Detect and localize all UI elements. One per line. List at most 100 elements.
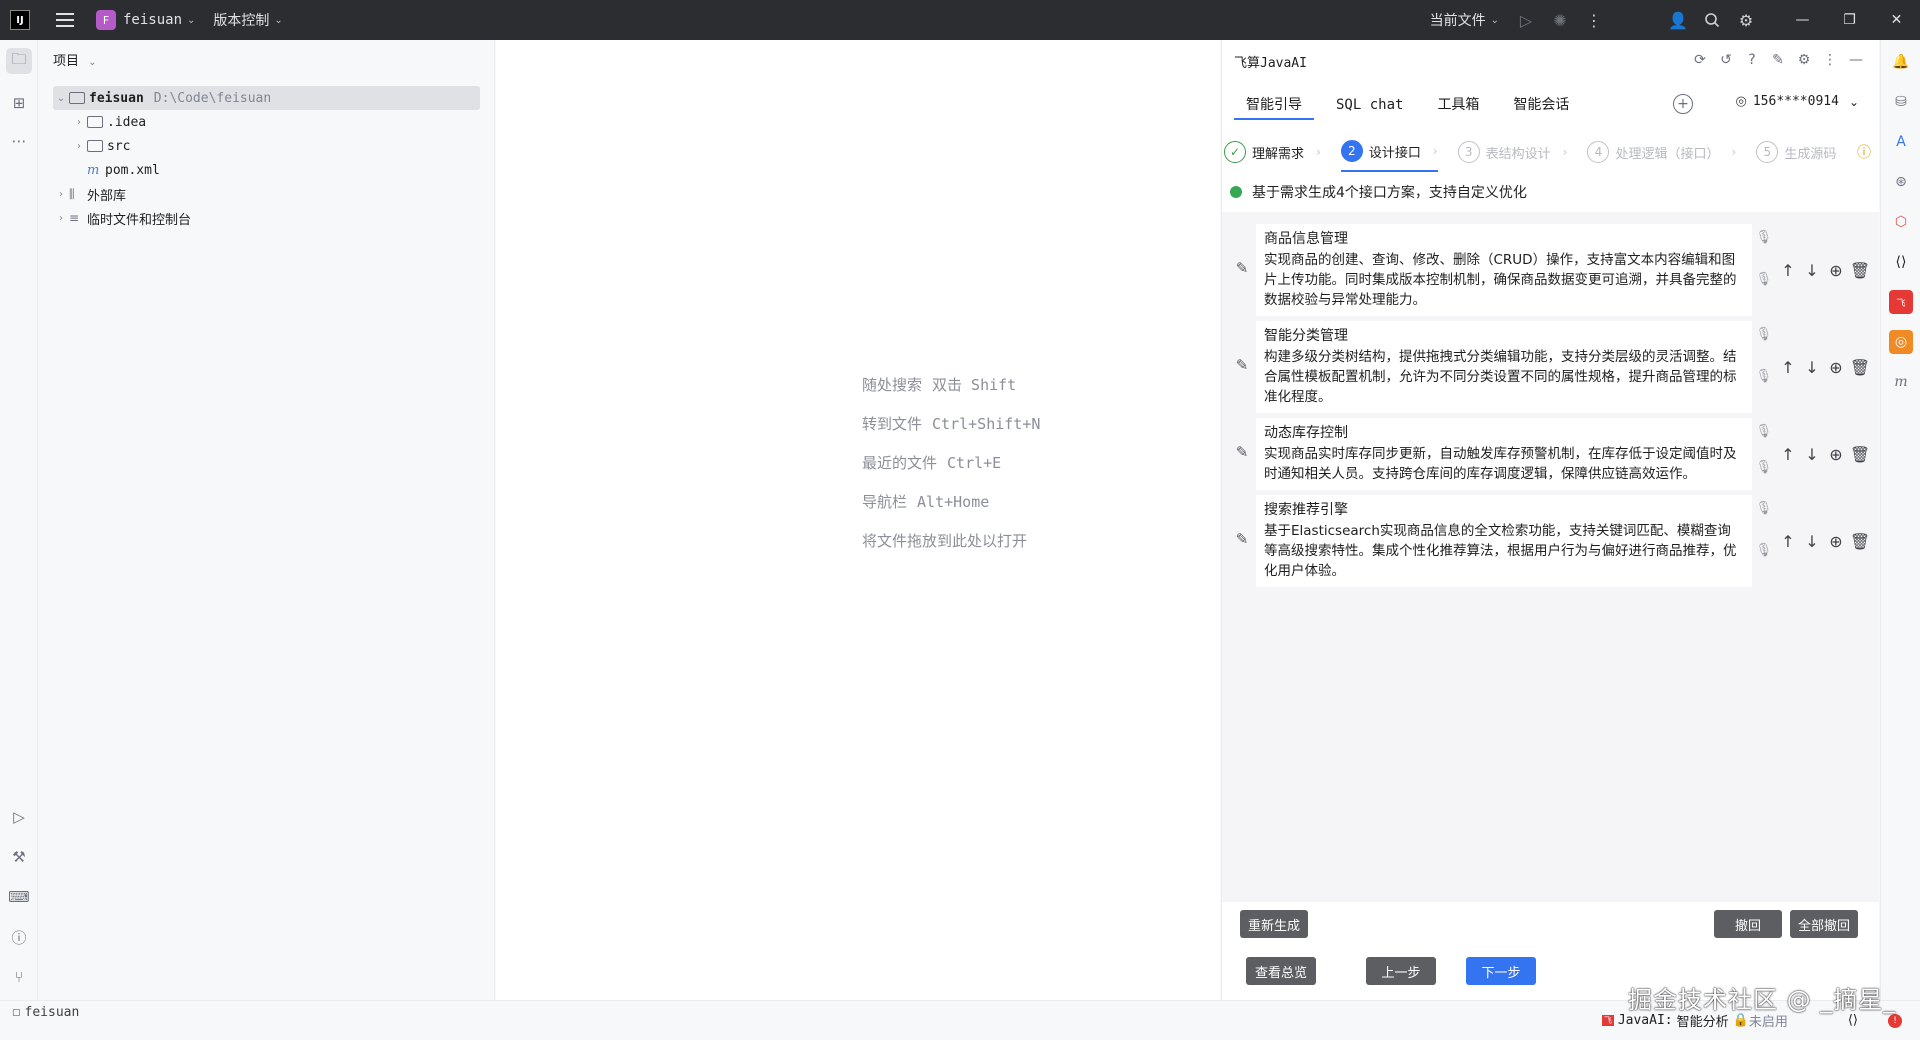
chevron-right-icon[interactable]: › xyxy=(53,213,69,224)
history-icon[interactable]: ↺ xyxy=(1713,48,1739,72)
chevron-down-icon[interactable]: ⌄ xyxy=(53,93,69,104)
git-branch-icon[interactable]: ⑂ xyxy=(6,964,32,990)
editor-area[interactable]: 随处搜索 双击 Shift 转到文件 Ctrl+Shift+N 最近的文件 Ctrl+… xyxy=(496,40,1220,1000)
interface-card[interactable]: 商品信息管理 实现商品的创建、查询、修改、删除（CRUD）操作，支持富文本内容编… xyxy=(1256,224,1772,316)
orange-plugin-icon[interactable]: ◎ xyxy=(1889,330,1913,354)
interface-title[interactable]: 智能分类管理 xyxy=(1264,325,1348,345)
problems-icon[interactable]: ⓘ xyxy=(6,924,32,950)
microphone-icon[interactable]: 🎙 xyxy=(1755,501,1772,516)
warning-icon[interactable]: ⓘ xyxy=(1857,142,1871,162)
tree-item-scratches[interactable]: › ≡ 临时文件和控制台 xyxy=(53,206,480,230)
microphone-icon[interactable]: 🎙 xyxy=(1755,543,1772,558)
database-icon[interactable]: ⛁ xyxy=(1889,90,1913,114)
chevron-right-icon[interactable]: › xyxy=(71,141,87,152)
delete-icon[interactable]: 🗑 xyxy=(1848,355,1872,379)
user-account-menu[interactable]: ◎ 156****0914 ⌄ xyxy=(1736,94,1860,109)
notifications-bell-icon[interactable]: 🔔 xyxy=(1889,50,1913,74)
debug-icon[interactable]: ✺ xyxy=(1543,0,1577,40)
minimize-button[interactable]: — xyxy=(1779,0,1826,40)
interface-card[interactable]: 搜索推荐引擎 基于Elasticsearch实现商品信息的全文检索功能，支持关键… xyxy=(1256,495,1772,587)
status-project[interactable]: ▢ feisuan xyxy=(12,1005,79,1020)
main-menu-icon[interactable] xyxy=(56,13,74,27)
microphone-icon[interactable]: 🎙 xyxy=(1755,424,1772,439)
tree-item-idea[interactable]: › .idea xyxy=(71,110,480,134)
move-down-icon[interactable]: ↓ xyxy=(1800,529,1824,553)
run-icon[interactable]: ▷ xyxy=(1509,0,1543,40)
delete-icon[interactable]: 🗑 xyxy=(1848,529,1872,553)
delete-icon[interactable]: 🗑 xyxy=(1848,442,1872,466)
interface-title[interactable]: 搜索推荐引擎 xyxy=(1264,499,1348,519)
help-icon[interactable]: ? xyxy=(1739,48,1765,72)
services-icon[interactable]: ▷ xyxy=(6,804,32,830)
settings-gear-icon[interactable]: ⚙ xyxy=(1791,48,1817,72)
delete-icon[interactable]: 🗑 xyxy=(1848,258,1872,282)
previous-step-button[interactable]: 上一步 xyxy=(1366,957,1436,985)
interface-card[interactable]: 动态库存控制 实现商品实时库存同步更新，自动触发库存预警机制，在库存低于设定阈值… xyxy=(1256,418,1772,490)
next-step-button[interactable]: 下一步 xyxy=(1466,957,1536,985)
close-button[interactable]: ✕ xyxy=(1873,0,1920,40)
project-folder-icon[interactable]: 🗀 xyxy=(6,48,32,74)
settings-gear-icon[interactable]: ⚙ xyxy=(1729,0,1763,40)
overview-button[interactable]: 查看总览 xyxy=(1246,957,1316,985)
refresh-icon[interactable]: ⟳ xyxy=(1687,48,1713,72)
project-switcher[interactable]: feisuan ⌄ xyxy=(123,0,195,40)
step-understand-requirements[interactable]: ✓ 理解需求 › xyxy=(1224,132,1321,172)
interface-description[interactable]: 构建多级分类树结构，提供拖拽式分类编辑功能，支持分类层级的灵活调整。结合属性模板… xyxy=(1264,347,1744,407)
tab-sql-chat[interactable]: SQL chat xyxy=(1324,90,1415,120)
plugin-cube-icon[interactable]: ⬡ xyxy=(1889,210,1913,234)
move-up-icon[interactable]: ↑ xyxy=(1776,529,1800,553)
move-down-icon[interactable]: ↓ xyxy=(1800,442,1824,466)
tree-item-external-libs[interactable]: › ⫼ 外部库 xyxy=(53,182,480,206)
add-item-icon[interactable]: ⊕ xyxy=(1824,258,1848,282)
microphone-icon[interactable]: 🎙 xyxy=(1755,272,1772,287)
code-tags-icon[interactable]: ⟨⟩ xyxy=(1848,1013,1858,1028)
new-session-icon[interactable]: + xyxy=(1673,94,1693,114)
move-down-icon[interactable]: ↓ xyxy=(1800,355,1824,379)
undo-button[interactable]: 撤回 xyxy=(1714,910,1782,938)
add-item-icon[interactable]: ⊕ xyxy=(1824,529,1848,553)
step-design-interface[interactable]: 2 设计接口 › xyxy=(1340,132,1438,172)
search-icon[interactable] xyxy=(1695,0,1729,40)
add-item-icon[interactable]: ⊕ xyxy=(1824,355,1848,379)
move-down-icon[interactable]: ↓ xyxy=(1800,258,1824,282)
edit-item-icon[interactable]: ✎ xyxy=(1232,442,1252,462)
interface-title[interactable]: 商品信息管理 xyxy=(1264,228,1348,248)
interface-title[interactable]: 动态库存控制 xyxy=(1264,422,1348,442)
more-tools-icon[interactable]: ⋯ xyxy=(6,128,32,154)
step-logic[interactable]: 4 处理逻辑（接口） › xyxy=(1587,132,1736,172)
tree-item-src[interactable]: › src xyxy=(71,134,480,158)
structure-icon[interactable]: ⊞ xyxy=(6,90,32,116)
microphone-icon[interactable]: 🎙 xyxy=(1755,460,1772,475)
microphone-icon[interactable]: 🎙 xyxy=(1755,369,1772,384)
build-hammer-icon[interactable]: ⚒ xyxy=(6,844,32,870)
ai-assistant-icon[interactable]: A xyxy=(1889,130,1913,154)
step-table-design[interactable]: 3 表结构设计 › xyxy=(1457,132,1567,172)
move-up-icon[interactable]: ↑ xyxy=(1776,355,1800,379)
microphone-icon[interactable]: 🎙 xyxy=(1755,230,1772,245)
edit-icon[interactable]: ✎ xyxy=(1765,48,1791,72)
chevron-right-icon[interactable]: › xyxy=(53,189,69,200)
microphone-icon[interactable]: 🎙 xyxy=(1755,327,1772,342)
project-panel-title[interactable]: 项目 ⌄ xyxy=(53,50,97,69)
edit-item-icon[interactable]: ✎ xyxy=(1232,529,1252,549)
endpoints-icon[interactable]: ⊛ xyxy=(1889,170,1913,194)
interface-description[interactable]: 基于Elasticsearch实现商品信息的全文检索功能，支持关键词匹配、模糊查… xyxy=(1264,521,1744,581)
more-actions-icon[interactable]: ⋮ xyxy=(1577,0,1611,40)
interface-card[interactable]: 智能分类管理 构建多级分类树结构，提供拖拽式分类编辑功能，支持分类层级的灵活调整… xyxy=(1256,321,1772,413)
chevron-right-icon[interactable]: › xyxy=(71,117,87,128)
step-generate-code[interactable]: 5 生成源码 xyxy=(1756,132,1836,172)
error-indicator-icon[interactable]: ! xyxy=(1888,1013,1902,1028)
tab-toolbox[interactable]: 工具箱 xyxy=(1425,90,1491,120)
tree-item-root[interactable]: ⌄ feisuan D:\Code\feisuan xyxy=(53,86,480,110)
interface-description[interactable]: 实现商品的创建、查询、修改、删除（CRUD）操作，支持富文本内容编辑和图片上传功… xyxy=(1264,250,1744,310)
tab-smart-guide[interactable]: 智能引导 xyxy=(1234,90,1314,120)
maven-icon[interactable]: m xyxy=(1889,370,1913,394)
terminal-icon[interactable]: ⌨ xyxy=(6,884,32,910)
feisuan-plugin-icon[interactable]: 飞 xyxy=(1889,290,1913,314)
hide-panel-icon[interactable]: — xyxy=(1843,48,1869,72)
tab-smart-chat[interactable]: 智能会话 xyxy=(1501,90,1581,120)
interface-description[interactable]: 实现商品实时库存同步更新，自动触发库存预警机制，在库存低于设定阈值时及时通知相关… xyxy=(1264,444,1744,484)
add-item-icon[interactable]: ⊕ xyxy=(1824,442,1848,466)
vcs-menu[interactable]: 版本控制 ⌄ xyxy=(213,0,282,40)
add-user-icon[interactable]: 👤 xyxy=(1661,0,1695,40)
